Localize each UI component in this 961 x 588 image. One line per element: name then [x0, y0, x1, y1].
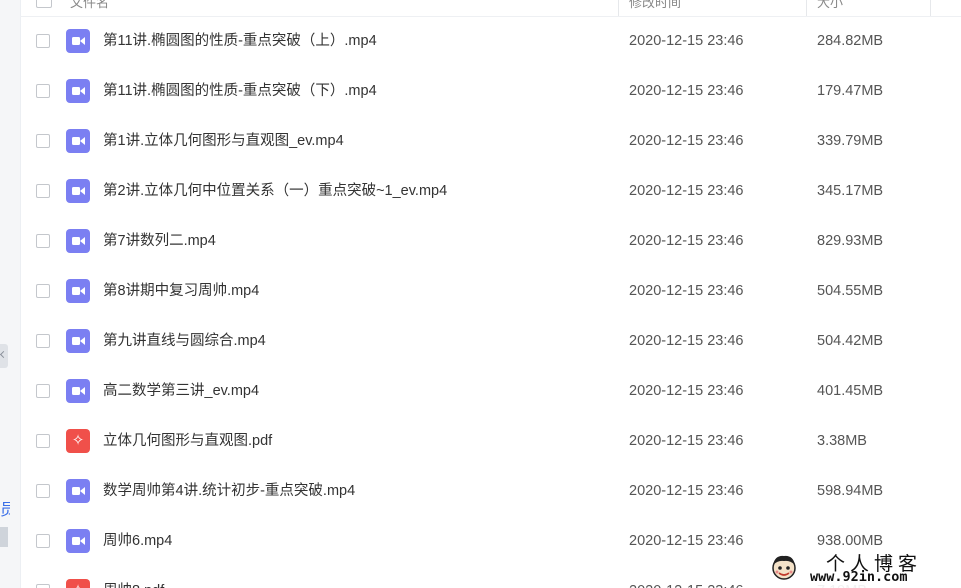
row-checkbox[interactable]	[36, 34, 50, 48]
row-checkbox[interactable]	[36, 384, 50, 398]
sidebar-scrollbar[interactable]	[0, 527, 8, 547]
video-file-icon	[66, 229, 90, 253]
row-checkbox[interactable]	[36, 534, 50, 548]
sidebar-partial-label: 员	[0, 502, 10, 519]
file-name[interactable]: 第7讲数列二.mp4	[103, 216, 216, 266]
file-row[interactable]: 第11讲.椭圆图的性质-重点突破（下）.mp4 2020-12-15 23:46 1…	[20, 66, 961, 116]
file-name[interactable]: 第11讲.椭圆图的性质-重点突破（上）.mp4	[103, 16, 377, 66]
column-header-modified[interactable]: 修改时间	[629, 0, 681, 14]
row-checkbox[interactable]	[36, 234, 50, 248]
file-name[interactable]: 第九讲直线与圆综合.mp4	[103, 316, 266, 366]
file-name[interactable]: 第1讲.立体几何图形与直观图_ev.mp4	[103, 116, 344, 166]
file-size: 284.82MB	[817, 33, 884, 49]
sidebar-edge: 员	[0, 0, 21, 588]
file-size: 3.38MB	[817, 433, 867, 449]
cartoon-face-icon	[772, 555, 796, 580]
file-row[interactable]: 高二数学第三讲_ev.mp4 2020-12-15 23:46 401.45MB	[20, 366, 961, 416]
file-size: 598.94MB	[817, 483, 884, 499]
file-name[interactable]: 第11讲.椭圆图的性质-重点突破（下）.mp4	[103, 66, 377, 116]
file-modified-time: 2020-12-15 23:46	[629, 533, 744, 549]
file-size: 504.42MB	[817, 333, 884, 349]
video-file-icon	[66, 379, 90, 403]
file-modified-time: 2020-12-15 23:46	[629, 383, 744, 399]
column-divider[interactable]	[618, 0, 619, 16]
video-file-icon	[66, 29, 90, 53]
file-modified-time: 2020-12-15 23:46	[629, 483, 744, 499]
file-name[interactable]: 高二数学第三讲_ev.mp4	[103, 366, 259, 416]
file-list: 第11讲.椭圆图的性质-重点突破（上）.mp4 2020-12-15 23:46 2…	[20, 16, 961, 588]
video-file-icon	[66, 79, 90, 103]
file-modified-time: 2020-12-15 23:46	[629, 433, 744, 449]
file-modified-time: 2020-12-15 23:46	[629, 183, 744, 199]
file-modified-time: 2020-12-15 23:46	[629, 133, 744, 149]
file-name[interactable]: 第8讲期中复习周帅.mp4	[103, 266, 259, 316]
file-row[interactable]: ✧ 立体几何图形与直观图.pdf 2020-12-15 23:46 3.38MB	[20, 416, 961, 466]
file-size: 504.55MB	[817, 283, 884, 299]
file-row[interactable]: 第九讲直线与圆综合.mp4 2020-12-15 23:46 504.42MB	[20, 316, 961, 366]
row-checkbox[interactable]	[36, 484, 50, 498]
file-name[interactable]: 第2讲.立体几何中位置关系（一）重点突破~1_ev.mp4	[103, 166, 447, 216]
file-row[interactable]: 第8讲期中复习周帅.mp4 2020-12-15 23:46 504.55MB	[20, 266, 961, 316]
file-size: 345.17MB	[817, 183, 884, 199]
file-name[interactable]: 周帅6.mp4	[103, 516, 172, 566]
file-modified-time: 2020-12-15 23:46	[629, 83, 744, 99]
column-header-name[interactable]: 文件名	[70, 0, 109, 14]
select-all-checkbox[interactable]	[36, 0, 52, 8]
file-row[interactable]: 第2讲.立体几何中位置关系（一）重点突破~1_ev.mp4 2020-12-15 …	[20, 166, 961, 216]
row-checkbox[interactable]	[36, 434, 50, 448]
file-list-header: 文件名 修改时间 大小	[20, 0, 961, 17]
blog-watermark: 个人博客 www.92in.com	[764, 548, 961, 588]
file-row[interactable]: 第11讲.椭圆图的性质-重点突破（上）.mp4 2020-12-15 23:46 2…	[20, 16, 961, 66]
file-name[interactable]: 数学周帅第4讲.统计初步-重点突破.mp4	[103, 466, 355, 516]
file-name[interactable]: 周帅8.pdf	[103, 566, 164, 588]
row-checkbox[interactable]	[36, 284, 50, 298]
file-size: 339.79MB	[817, 133, 884, 149]
file-modified-time: 2020-12-15 23:46	[629, 566, 744, 588]
file-size: 829.93MB	[817, 233, 884, 249]
sidebar-collapse-handle[interactable]	[0, 344, 8, 368]
row-checkbox[interactable]	[36, 584, 50, 588]
row-checkbox[interactable]	[36, 184, 50, 198]
row-checkbox[interactable]	[36, 134, 50, 148]
column-divider[interactable]	[806, 0, 807, 16]
row-checkbox[interactable]	[36, 84, 50, 98]
column-header-size[interactable]: 大小	[817, 0, 843, 14]
watermark-url: www.92in.com	[810, 569, 908, 585]
row-checkbox[interactable]	[36, 334, 50, 348]
file-size: 401.45MB	[817, 383, 884, 399]
file-size: 179.47MB	[817, 83, 884, 99]
video-file-icon	[66, 479, 90, 503]
file-row[interactable]: 数学周帅第4讲.统计初步-重点突破.mp4 2020-12-15 23:46 598…	[20, 466, 961, 516]
file-row[interactable]: 第1讲.立体几何图形与直观图_ev.mp4 2020-12-15 23:46 339…	[20, 116, 961, 166]
video-file-icon	[66, 529, 90, 553]
file-modified-time: 2020-12-15 23:46	[629, 33, 744, 49]
column-divider[interactable]	[930, 0, 931, 16]
pdf-file-icon: ✧	[66, 579, 90, 588]
video-file-icon	[66, 279, 90, 303]
video-file-icon	[66, 329, 90, 353]
video-file-icon	[66, 129, 90, 153]
file-name[interactable]: 立体几何图形与直观图.pdf	[103, 416, 272, 466]
file-modified-time: 2020-12-15 23:46	[629, 233, 744, 249]
file-row[interactable]: 第7讲数列二.mp4 2020-12-15 23:46 829.93MB	[20, 216, 961, 266]
video-file-icon	[66, 179, 90, 203]
file-modified-time: 2020-12-15 23:46	[629, 283, 744, 299]
pdf-file-icon: ✧	[66, 429, 90, 453]
file-modified-time: 2020-12-15 23:46	[629, 333, 744, 349]
file-browser-page: 员 文件名 修改时间 大小 第11讲.椭圆图的性质-重点突破（上）.mp4 202…	[0, 0, 961, 588]
